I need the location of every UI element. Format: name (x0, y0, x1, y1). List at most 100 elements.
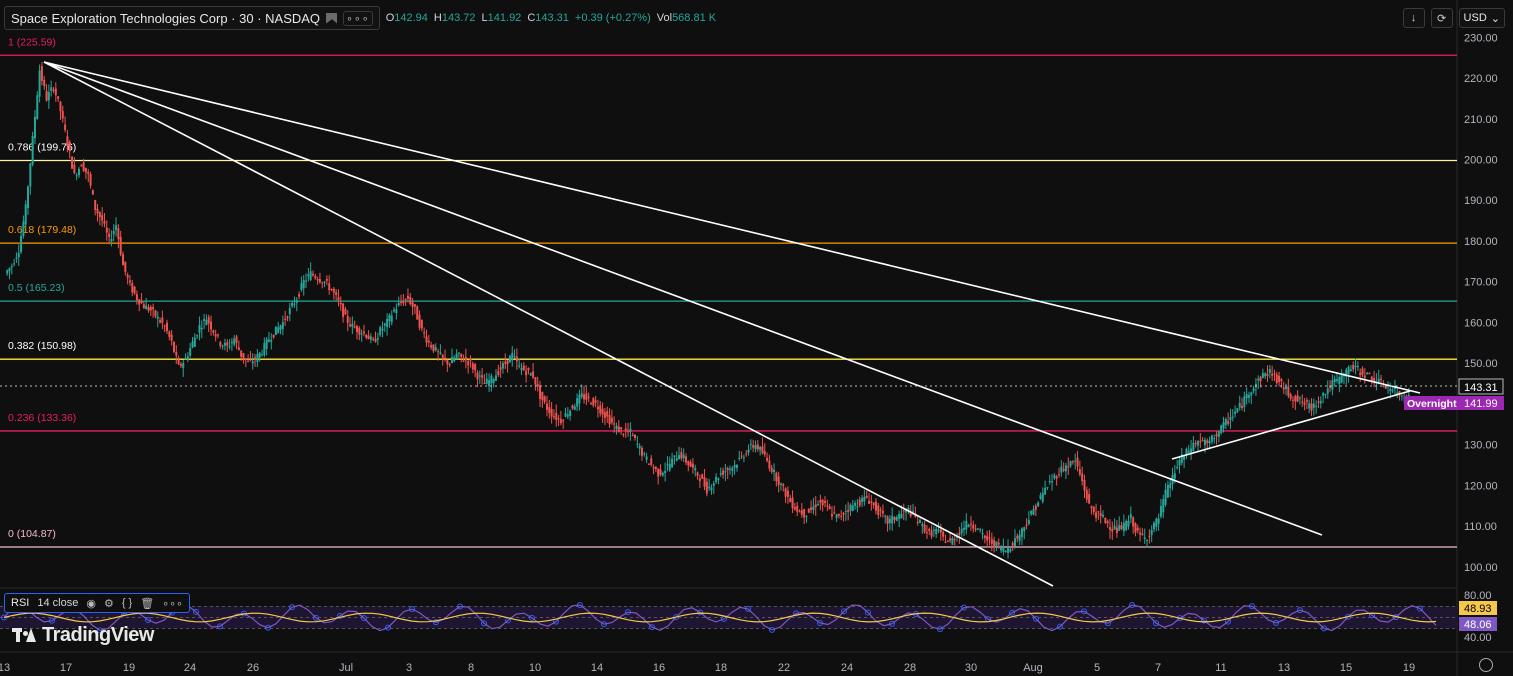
more-icon[interactable]: ∘∘∘ (343, 10, 373, 26)
candle-body (349, 324, 352, 327)
candle-body (1333, 378, 1336, 383)
candle-body (455, 353, 458, 358)
candle-body (154, 310, 157, 317)
refresh-icon[interactable]: ⟳ (1430, 8, 1453, 28)
candle-body (1238, 402, 1241, 408)
candle-body (722, 470, 725, 475)
candle-body (261, 354, 264, 356)
candle-body (179, 364, 182, 366)
candle-body (1382, 385, 1385, 387)
candle-body (613, 423, 616, 425)
candle-body (777, 476, 780, 486)
candle-body (552, 416, 555, 418)
candle-body (803, 509, 806, 518)
candle-body (135, 294, 138, 301)
candle-body (559, 418, 562, 424)
candle-body (163, 325, 166, 327)
candle-body (1164, 489, 1167, 505)
more-icon[interactable]: ∘∘∘ (162, 597, 183, 610)
candle-body (793, 507, 796, 510)
candle-body (416, 306, 419, 320)
candle-body (678, 455, 681, 460)
candle-body (467, 361, 470, 366)
candle-body (288, 308, 291, 315)
candle-body (921, 523, 924, 526)
candle-body (1361, 368, 1364, 375)
candle-body (821, 499, 824, 506)
candle-body (872, 502, 875, 506)
candle-body (1301, 401, 1304, 403)
tradingview-logo: TradingView (12, 624, 154, 647)
candle-body (149, 306, 152, 311)
fib-level-label: 0 (104.87) (8, 528, 56, 540)
candle-body (249, 359, 252, 361)
candle-body (1060, 466, 1063, 473)
candle-body (1062, 469, 1065, 471)
x-tick-label: 8 (468, 662, 474, 674)
x-tick-label: Aug (1023, 662, 1043, 674)
candle-body (390, 315, 393, 323)
candle-body (705, 481, 708, 494)
candle-body (1386, 386, 1389, 388)
candle-body (1122, 522, 1125, 532)
settings-icon[interactable]: ⚙ (104, 597, 114, 610)
candle-body (66, 136, 69, 147)
candle-body (742, 457, 745, 459)
candle-body (856, 506, 859, 508)
candle-body (71, 156, 74, 169)
candle-body (972, 524, 975, 529)
flag-icon[interactable] (326, 12, 338, 24)
candle-body (768, 460, 771, 469)
symbol-title[interactable]: Space Exploration Technologies Corp · 30… (11, 11, 320, 26)
candle-body (1338, 376, 1341, 385)
download-icon[interactable]: ↓ (1402, 8, 1425, 28)
rsi-legend[interactable]: RSI 14 close ◉ ⚙ { } 🗑 ∘∘∘ (4, 593, 190, 613)
candle-body (1139, 532, 1142, 535)
candle-body (342, 303, 345, 317)
candle-body (779, 483, 782, 485)
price-chart[interactable]: 230.00220.00210.00200.00190.00180.00170.… (0, 0, 1513, 676)
candle-body (1034, 505, 1037, 510)
gear-icon[interactable] (1479, 658, 1493, 672)
candle-body (951, 537, 954, 545)
candle-body (96, 208, 99, 214)
candle-body (879, 509, 882, 511)
candle-body (969, 523, 972, 525)
trash-icon[interactable]: 🗑 (140, 597, 154, 610)
candle-body (210, 321, 213, 330)
candle-body (346, 316, 349, 323)
candle-body (1215, 434, 1218, 437)
eye-icon[interactable]: ◉ (86, 597, 96, 610)
candle-body (1092, 506, 1095, 513)
candle-body (1111, 528, 1114, 532)
overnight-price: 141.99 (1464, 398, 1498, 410)
candle-body (15, 257, 18, 259)
candle-body (52, 89, 55, 91)
chart-background (0, 0, 1513, 676)
candle-body (1190, 448, 1193, 453)
candle-body (960, 528, 963, 534)
candle-body (898, 514, 901, 519)
candle-body (1201, 440, 1204, 442)
symbol-box[interactable]: Space Exploration Technologies Corp · 30… (4, 6, 380, 30)
candle-body (708, 486, 711, 489)
candle-body (733, 464, 736, 468)
candle-body (77, 168, 80, 176)
code-icon[interactable]: { } (122, 597, 132, 609)
candle-body (1199, 441, 1202, 443)
candle-body (216, 334, 219, 336)
candle-body (596, 406, 599, 410)
candle-body (1312, 403, 1315, 408)
currency-select[interactable]: USD ⌄ (1458, 8, 1505, 28)
candle-body (747, 449, 750, 453)
x-tick-label: 19 (123, 662, 135, 674)
candle-body (119, 236, 122, 255)
candle-body (592, 398, 595, 406)
candle-body (372, 338, 375, 340)
y-tick-label: 100.00 (1464, 562, 1498, 574)
candle-body (1210, 435, 1213, 442)
candle-body (1236, 408, 1239, 413)
top-right-toolbar: ↓ ⟳ USD ⌄ (1402, 8, 1505, 28)
candle-body (57, 96, 60, 99)
candle-body (851, 505, 854, 511)
